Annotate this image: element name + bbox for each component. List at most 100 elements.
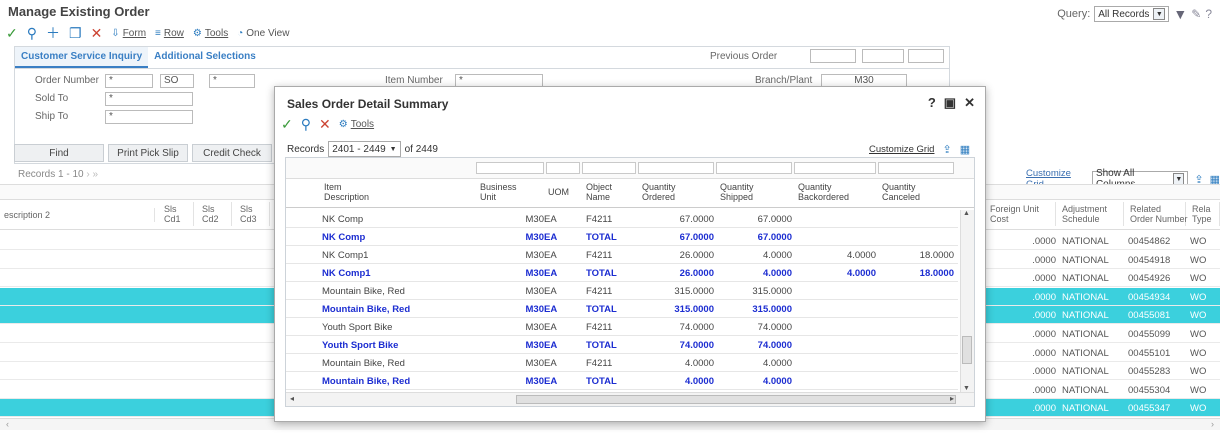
help-icon[interactable]: ? [1205,7,1212,21]
ship-to-input[interactable]: * [105,110,193,124]
maximize-icon[interactable]: ▣ [944,95,956,111]
item-number-label: Item Number [385,75,443,86]
grid-layout-icon[interactable]: ▦ [960,143,970,156]
query-select[interactable]: All Records ▼ [1094,6,1170,22]
scroll-right-icon[interactable]: ▸ [950,394,954,403]
filter-q-canc[interactable] [878,162,954,174]
close-icon[interactable]: ✕ [964,95,975,111]
col-item-description[interactable]: Item Description [324,182,369,202]
col-object-name[interactable]: Object Name [586,182,612,202]
filter-q-ship[interactable] [716,162,792,174]
page-last-icon[interactable]: » [93,169,99,180]
col-quantity-canceled[interactable]: Quantity Canceled [882,182,920,202]
detail-row[interactable]: NK Comp M30 EA F4211 67.0000 67.0000 [286,210,958,228]
find-button[interactable]: Find [14,144,104,162]
credit-check-button[interactable]: Credit Check [192,144,272,162]
col-adjustment-schedule[interactable]: Adjustment Schedule [1058,202,1124,226]
col-quantity-ordered[interactable]: Quantity Ordered [642,182,676,202]
cell-sched: NATIONAL [1062,291,1109,303]
scroll-left-icon[interactable]: ‹ [6,419,9,429]
copy-icon[interactable]: ❐ [69,26,82,40]
col-sls-cd1[interactable]: Sls Cd1 [160,202,194,226]
help-icon[interactable]: ? [928,95,936,111]
previous-order-input-3[interactable] [908,49,944,63]
total-row[interactable]: NK Comp1 M30 EA TOTAL 26.0000 4.0000 4.0000 18.… [286,264,958,282]
cell-order: 00455347 [1128,403,1171,415]
col-foreign-unit-cost[interactable]: Foreign Unit Cost [986,202,1056,226]
row-menu[interactable]: ≡ Row [155,28,184,39]
col-quantity-backordered[interactable]: Quantity Backordered [798,182,849,202]
cell-bu: M30 [525,268,544,279]
search-icon[interactable]: ⚲ [27,26,37,40]
cell-bu: M30 [525,376,544,387]
dialog-vscrollbar[interactable]: ▲ ▼ [960,210,974,392]
order-company-input[interactable]: * [209,74,255,88]
search-icon[interactable]: ⚲ [301,117,311,131]
cell-cost: .0000 [1032,273,1056,285]
col-related-type[interactable]: Rela Type [1188,202,1220,226]
dialog-hscrollbar[interactable]: ◂ ▸ [286,392,974,406]
dialog-hscroll-thumb[interactable] [516,395,956,404]
col-sls-cd2[interactable]: Sls Cd2 [198,202,232,226]
cell-bu: M30 [525,232,544,243]
total-row[interactable]: NK Comp M30 EA TOTAL 67.0000 67.0000 [286,228,958,246]
filter-icon[interactable]: ▼ [1173,7,1187,21]
ok-check-icon[interactable]: ✓ [6,26,18,40]
filter-bu[interactable] [476,162,544,174]
delete-icon[interactable]: ✕ [91,26,103,40]
dialog-customize-grid-link[interactable]: Customize Grid [869,144,934,155]
detail-row[interactable]: Youth Sport Bike M30 EA F4211 74.0000 74.0000 [286,318,958,336]
page-next-icon[interactable]: › [86,169,89,180]
export-icon[interactable]: ⇪ [942,143,951,156]
cell-bu: M30 [525,214,544,225]
gear-icon: ⚙ [192,27,202,39]
cell-q-ship: 67.0000 [757,214,792,225]
edit-icon[interactable]: ✎ [1191,7,1201,21]
col-sls-cd3[interactable]: Sls Cd3 [236,202,270,226]
total-row[interactable]: Mountain Bike, Red M30 EA TOTAL 315.0000 315.… [286,300,958,318]
cell-q-ship: 4.0000 [762,268,792,279]
scroll-down-icon[interactable]: ▼ [963,385,970,392]
total-row[interactable]: Mountain Bike, Red M30 EA TOTAL 4.0000 4.0000 [286,372,958,390]
dialog-records-bar: Records 2401 - 2449 ▼ of 2449 [287,141,438,157]
col-related-order-number[interactable]: Related Order Number [1126,202,1188,226]
tools-menu[interactable]: ⚙ Tools [193,28,228,39]
dialog-controls: ? ▣ ✕ [928,95,975,111]
add-icon[interactable]: ＋ [46,26,60,40]
print-pick-slip-button[interactable]: Print Pick Slip [108,144,188,162]
col-uom[interactable]: UOM [548,187,569,197]
detail-row[interactable]: NK Comp1 M30 EA F4211 26.0000 4.0000 4.0000 18.… [286,246,958,264]
scroll-up-icon[interactable]: ▲ [963,210,970,217]
scroll-left-icon[interactable]: ◂ [290,394,294,403]
dialog-title: Sales Order Detail Summary [287,97,449,111]
cell-item: Mountain Bike, Red [322,286,405,297]
dialog-vscroll-thumb[interactable] [962,336,972,364]
filter-q-back[interactable] [794,162,876,174]
cell-q-canc: 18.0000 [919,268,954,279]
col-description-2[interactable]: escription 2 [0,208,155,222]
order-number-input[interactable]: * [105,74,153,88]
total-row[interactable]: Youth Sport Bike M30 EA TOTAL 74.0000 74.0000 [286,336,958,354]
previous-order-input-2[interactable] [862,49,904,63]
detail-row[interactable]: Mountain Bike, Red M30 EA F4211 315.0000 315.… [286,282,958,300]
previous-order-input-1[interactable] [810,49,856,63]
filter-q-ord[interactable] [638,162,714,174]
tab-additional-selections[interactable]: Additional Selections [148,47,262,68]
cell-sched: NATIONAL [1062,254,1109,266]
filter-obj[interactable] [582,162,636,174]
detail-row[interactable]: Mountain Bike, Red M30 EA F4211 4.0000 4.0000 [286,354,958,372]
dialog-tools-menu[interactable]: ⚙ Tools [339,119,374,130]
scroll-right-icon[interactable]: › [1211,419,1214,429]
cell-order: 00454934 [1128,291,1171,303]
order-type-input[interactable]: SO [160,74,194,88]
ok-check-icon[interactable]: ✓ [281,117,293,131]
records-range-select[interactable]: 2401 - 2449 ▼ [328,141,401,157]
form-menu[interactable]: ⇩ Form [111,28,146,39]
filter-uom[interactable] [546,162,580,174]
col-quantity-shipped[interactable]: Quantity Shipped [720,182,754,202]
col-business-unit[interactable]: Business Unit [480,182,517,202]
oneview-menu[interactable]: ◔ One View [237,28,289,39]
sold-to-input[interactable]: * [105,92,193,106]
cancel-icon[interactable]: ✕ [319,117,331,131]
tab-customer-service-inquiry[interactable]: Customer Service Inquiry [15,47,149,68]
